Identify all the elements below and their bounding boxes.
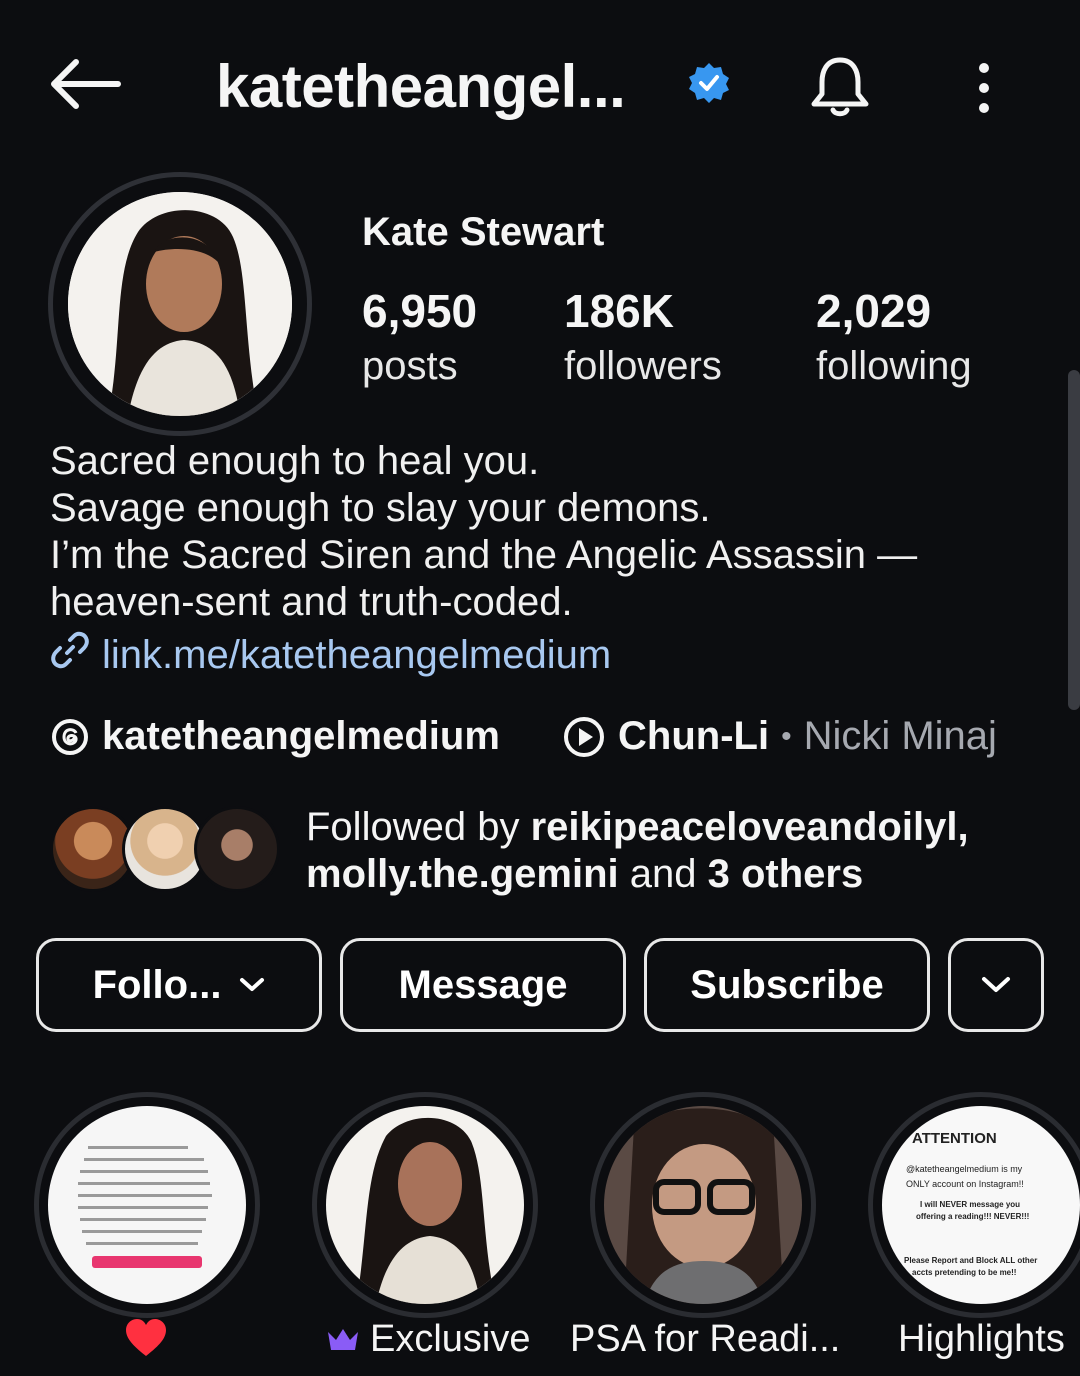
verified-badge-icon bbox=[688, 62, 730, 104]
chevron-down-icon bbox=[980, 975, 1012, 995]
attention-line: accts pretending to be me!! bbox=[912, 1268, 1017, 1277]
highlight-label[interactable]: Highlights bbox=[898, 1318, 1065, 1361]
followed-by-text[interactable]: Followed by reikipeaceloveandoilyl, moll… bbox=[306, 804, 969, 898]
message-button[interactable]: Message bbox=[340, 938, 626, 1032]
threads-icon bbox=[50, 717, 90, 757]
profile-name: Kate Stewart bbox=[362, 210, 605, 254]
mutual-user-1[interactable]: reikipeaceloveandoilyl, bbox=[531, 805, 969, 849]
back-arrow-icon[interactable] bbox=[46, 54, 122, 114]
link-icon bbox=[50, 630, 90, 680]
attention-line: ONLY account on Instagram!! bbox=[906, 1179, 1024, 1189]
more-options-icon[interactable] bbox=[964, 58, 1004, 118]
heart-icon bbox=[124, 1318, 168, 1358]
attention-line: Please Report and Block ALL other bbox=[904, 1256, 1038, 1265]
scrollbar[interactable] bbox=[1068, 370, 1080, 710]
music-artist: Nicki Minaj bbox=[803, 714, 997, 758]
highlight-label-text: Exclusive bbox=[370, 1318, 531, 1360]
attention-heading: ATTENTION bbox=[912, 1130, 997, 1147]
subscribe-button-label: Subscribe bbox=[690, 962, 884, 1007]
posts-label[interactable]: posts bbox=[362, 344, 458, 389]
following-dropdown-button[interactable]: Follo... bbox=[36, 938, 322, 1032]
music-song: Chun-Li bbox=[618, 714, 770, 758]
bio-link-text[interactable]: link.me/katetheangelmedium bbox=[102, 633, 611, 678]
highlight-label[interactable]: PSA for Readi... bbox=[570, 1318, 840, 1361]
threads-badge[interactable]: katetheangelmedium bbox=[50, 714, 500, 759]
mutual-follower-avatar[interactable] bbox=[194, 806, 280, 892]
followers-count[interactable]: 186K bbox=[564, 284, 674, 338]
crown-icon bbox=[326, 1326, 360, 1354]
highlight-label[interactable]: Exclusive bbox=[326, 1318, 531, 1361]
chevron-down-icon bbox=[239, 977, 265, 993]
bio-line: heaven-sent and truth-coded. bbox=[50, 580, 573, 624]
mutual-others[interactable]: 3 others bbox=[708, 852, 864, 896]
attention-line: offering a reading!!! NEVER!!! bbox=[916, 1212, 1030, 1221]
posts-count[interactable]: 6,950 bbox=[362, 284, 477, 338]
highlight-label[interactable] bbox=[124, 1318, 178, 1358]
following-button-label: Follo... bbox=[92, 962, 222, 1007]
followers-label[interactable]: followers bbox=[564, 344, 722, 389]
highlight-attention[interactable]: ATTENTION @katetheangelmedium is my ONLY… bbox=[882, 1106, 1080, 1304]
bio-line: Savage enough to slay your demons. bbox=[50, 486, 711, 530]
highlight-label-text: PSA for Readi... bbox=[570, 1318, 841, 1360]
music-separator: • bbox=[781, 719, 792, 753]
highlight-psa[interactable] bbox=[604, 1106, 802, 1304]
bio-line: I’m the Sacred Siren and the Angelic Ass… bbox=[50, 533, 918, 577]
threads-handle[interactable]: katetheangelmedium bbox=[102, 714, 500, 759]
followed-prefix: Followed by bbox=[306, 805, 531, 849]
bio-link[interactable]: link.me/katetheangelmedium bbox=[50, 630, 611, 680]
bio-line: Sacred enough to heal you. bbox=[50, 439, 540, 483]
following-count[interactable]: 2,029 bbox=[816, 284, 931, 338]
suggested-accounts-button[interactable] bbox=[948, 938, 1044, 1032]
bio: Sacred enough to heal you. Savage enough… bbox=[50, 438, 917, 626]
profile-avatar[interactable] bbox=[68, 192, 292, 416]
highlight-testimonial[interactable] bbox=[48, 1106, 246, 1304]
mutual-user-2[interactable]: molly.the.gemini bbox=[306, 852, 619, 896]
highlight-label-text: Highlights bbox=[898, 1318, 1065, 1360]
attention-line: I will NEVER message you bbox=[920, 1200, 1021, 1209]
subscribe-button[interactable]: Subscribe bbox=[644, 938, 930, 1032]
followed-middle: and bbox=[618, 852, 708, 896]
highlight-exclusive[interactable] bbox=[326, 1106, 524, 1304]
profile-username: katetheangel... bbox=[216, 53, 626, 120]
following-label[interactable]: following bbox=[816, 344, 972, 389]
play-icon bbox=[562, 715, 606, 759]
profile-music[interactable]: Chun-Li • Nicki Minaj bbox=[562, 714, 997, 759]
bell-icon[interactable] bbox=[806, 52, 874, 120]
attention-line: @katetheangelmedium is my bbox=[906, 1164, 1023, 1174]
message-button-label: Message bbox=[398, 962, 568, 1007]
